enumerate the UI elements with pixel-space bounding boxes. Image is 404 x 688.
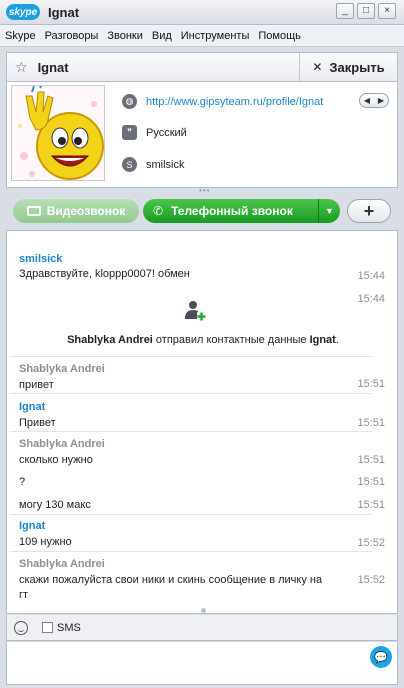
message-sender: Ignat [19, 520, 46, 532]
message-sender: Ignat [19, 401, 46, 413]
window-title: Ignat [48, 4, 80, 20]
message-time: 15:51 [357, 454, 385, 466]
contact-name: Ignat [37, 59, 69, 75]
video-call-label: Видеозвонок [46, 204, 126, 218]
maximize-button[interactable]: □ [357, 3, 375, 19]
message-time: 15:51 [357, 417, 385, 429]
favorite-star-icon[interactable]: ☆ [15, 59, 28, 76]
window-controls: _ □ × [336, 3, 396, 19]
skype-name-row: S smilsick [122, 157, 185, 172]
menu-help[interactable]: Помощь [258, 30, 301, 42]
message-text-continued: гт [19, 589, 29, 601]
chat-divider [10, 393, 372, 394]
website-link[interactable]: http://www.gipsyteam.ru/profile/Ignat [146, 96, 323, 108]
speech-bubble-icon: ❞ [122, 125, 137, 140]
message-sender: Shablyka Andrei [19, 558, 105, 570]
menu-tools[interactable]: Инструменты [181, 30, 250, 42]
contacts-sent-note: Shablyka Andrei отправил контактные данн… [7, 334, 397, 346]
message-time: 15:44 [357, 270, 385, 282]
skype-logo: skype [6, 4, 40, 20]
message-text: Привет [19, 417, 56, 429]
minimize-button[interactable]: _ [336, 3, 354, 19]
send-button[interactable]: 💬 [370, 646, 392, 668]
note-end: . [335, 334, 339, 346]
message-input[interactable]: 💬 [6, 641, 398, 685]
chat-divider [10, 356, 372, 357]
call-options-dropdown[interactable]: ▼ [318, 199, 340, 223]
emoticon-icon[interactable] [14, 620, 28, 635]
close-label: Закрыть [329, 59, 385, 75]
language-value: Русский [146, 126, 187, 139]
close-icon: ✕ [312, 60, 323, 74]
title-bar: skype Ignat _ □ × [0, 0, 404, 25]
menu-bar: Skype Разговоры Звонки Вид Инструменты П… [0, 25, 404, 47]
profile-panel: ◍ http://www.gipsyteam.ru/profile/Ignat … [6, 82, 398, 188]
skype-name-value: smilsick [146, 158, 185, 171]
menu-conversations[interactable]: Разговоры [45, 30, 99, 42]
message-time: 15:52 [357, 574, 385, 586]
phone-icon: ✆ [153, 204, 164, 218]
menu-skype[interactable]: Skype [5, 30, 36, 42]
phone-call-label: Телефонный звонок [171, 204, 293, 218]
avatar [11, 85, 105, 181]
sms-checkbox[interactable] [42, 622, 53, 633]
chat-history[interactable]: smilsick Здравствуйте, klоррр0007! обмен… [6, 230, 398, 614]
message-time: 15:51 [357, 476, 385, 488]
prev-arrow-icon[interactable]: ◀ [360, 94, 374, 107]
message-time: 15:51 [357, 499, 385, 511]
camera-icon [26, 206, 41, 216]
note-middle: отправил контактные данные [152, 334, 310, 346]
skype-icon: S [122, 157, 137, 172]
next-arrow-icon[interactable]: ▶ [374, 94, 388, 107]
message-time: 15:44 [357, 293, 385, 305]
chat-message: Shablyka Andrei привет [19, 363, 379, 391]
message-sender: Shablyka Andrei [19, 438, 105, 450]
chat-message: Ignat Привет [19, 401, 379, 429]
chat-message: Shablyka Andrei скажи пожалуйста свои ни… [19, 558, 379, 601]
add-button[interactable]: + [347, 199, 391, 223]
video-call-button[interactable]: Видеозвонок [13, 199, 139, 223]
message-text: могу 130 макс [19, 499, 91, 511]
chat-divider [10, 514, 372, 515]
call-bar: Видеозвонок ✆ Телефонный звонок ▼ + [6, 197, 398, 227]
note-target: Ignat [309, 334, 336, 346]
chat-message: ? [19, 476, 379, 488]
menu-view[interactable]: Вид [152, 30, 172, 42]
note-sender: Shablyka Andrei [67, 334, 153, 346]
chat-divider [10, 551, 372, 552]
chat-message: могу 130 макс [19, 499, 379, 511]
profile-nav-arrows[interactable]: ◀ ▶ [359, 93, 389, 108]
panel-splitter[interactable]: ••• [199, 187, 209, 195]
scroll-indicator[interactable] [201, 608, 206, 613]
message-text: ? [19, 476, 26, 488]
message-text: привет [19, 379, 54, 391]
website-row: ◍ http://www.gipsyteam.ru/profile/Ignat [122, 94, 323, 109]
chat-message: Shablyka Andrei сколько нужно [19, 438, 379, 466]
message-sender: smilsick [19, 253, 63, 265]
message-time: 15:51 [357, 378, 385, 390]
message-time: 15:52 [357, 537, 385, 549]
message-text: Здравствуйте, klоррр0007! обмен [19, 268, 190, 280]
message-text: 109 нужно [19, 536, 72, 548]
message-sender: Shablyka Andrei [19, 363, 105, 375]
chat-bubble-icon: 💬 [374, 651, 388, 664]
contact-card-icon [185, 301, 206, 321]
composer-toolbar: SMS [6, 615, 398, 641]
chat-message: Ignat 109 нужно [19, 520, 379, 548]
sms-label: SMS [57, 621, 81, 634]
menu-calls[interactable]: Звонки [107, 30, 143, 42]
contact-header: ☆ Ignat ✕ Закрыть [6, 52, 398, 82]
close-conversation-button[interactable]: ✕ Закрыть [299, 53, 397, 81]
message-text: скажи пожалуйста свои ники и скинь сообщ… [19, 574, 323, 586]
chat-message: smilsick Здравствуйте, klоррр0007! обмен [19, 253, 379, 280]
globe-icon: ◍ [122, 94, 137, 109]
close-window-button[interactable]: × [378, 3, 396, 19]
language-row: ❞ Русский [122, 125, 187, 140]
phone-call-button[interactable]: ✆ Телефонный звонок ▼ [143, 199, 340, 223]
message-text: сколько нужно [19, 454, 93, 466]
chat-divider [10, 431, 372, 432]
